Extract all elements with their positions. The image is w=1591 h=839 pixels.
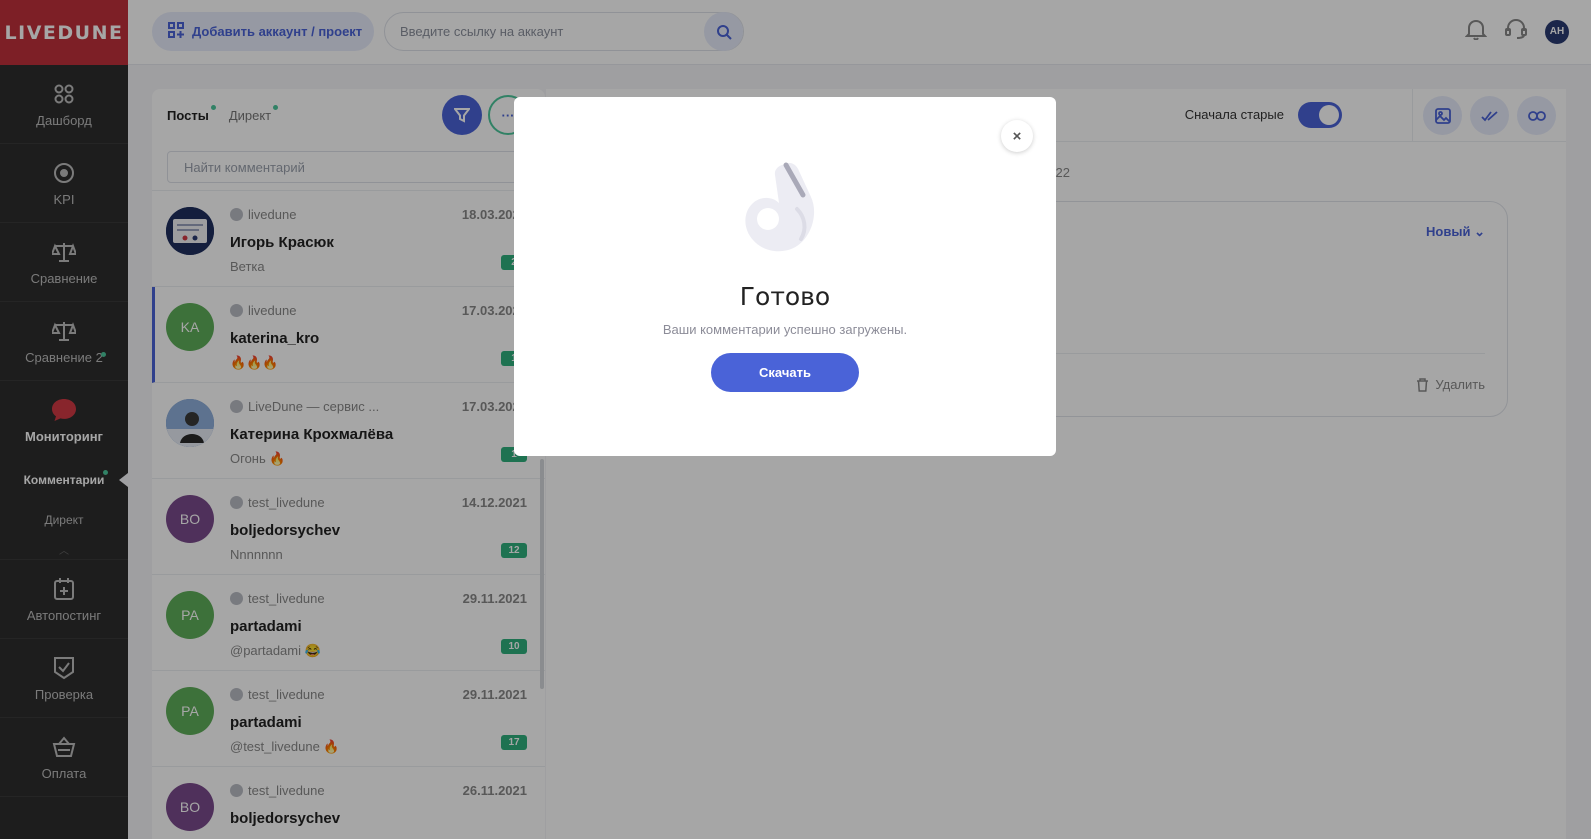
- modal-title: Готово: [739, 282, 831, 311]
- close-icon[interactable]: ×: [1001, 120, 1033, 152]
- modal-subtitle: Ваши комментарии успешно загружены.: [662, 322, 908, 337]
- success-modal: × Готово Ваши комментарии успешно загруж…: [514, 97, 1056, 456]
- download-button[interactable]: Скачать: [711, 353, 859, 392]
- ok-hand-icon: [745, 162, 815, 252]
